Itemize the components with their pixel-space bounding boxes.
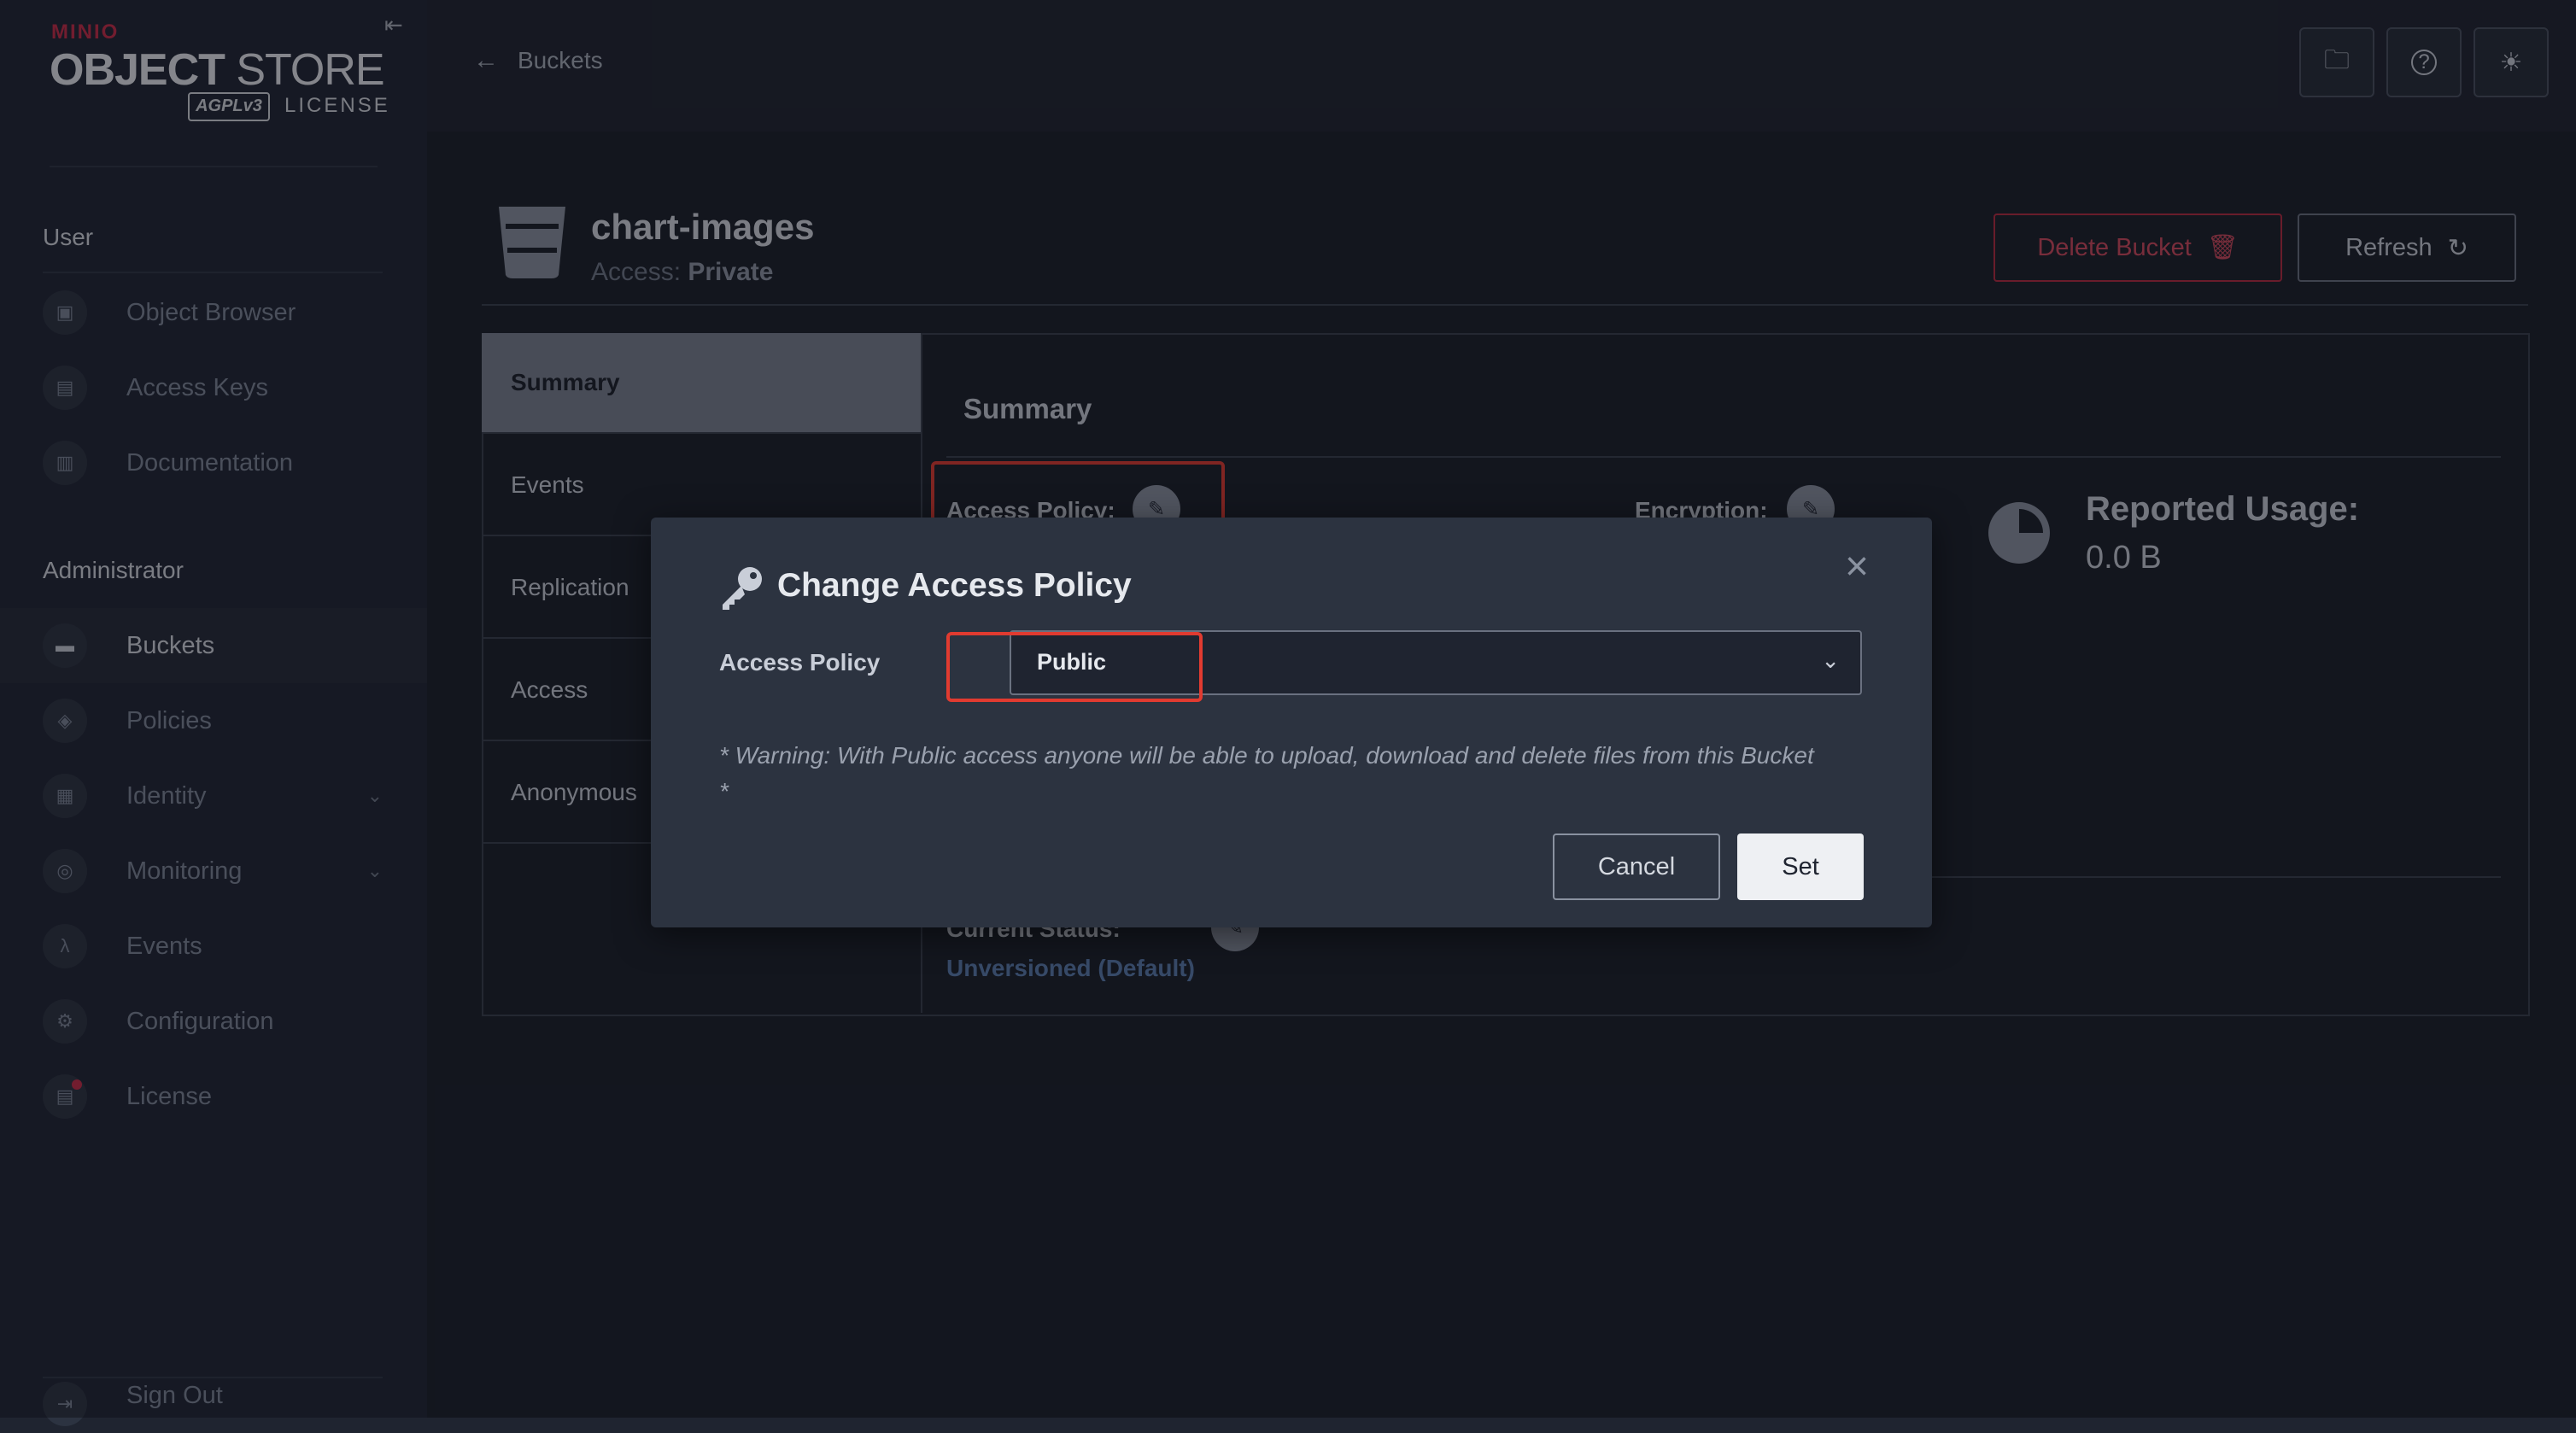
access-policy-field-label: Access Policy (719, 649, 881, 676)
cancel-button[interactable]: Cancel (1553, 833, 1720, 900)
public-access-warning: * Warning: With Public access anyone wil… (719, 742, 1814, 804)
dialog-title: Change Access Policy (777, 567, 1132, 604)
close-icon[interactable]: × (1845, 543, 1869, 590)
highlight-access-policy-select (946, 632, 1203, 702)
set-button[interactable]: Set (1737, 833, 1864, 900)
key-icon (723, 567, 762, 610)
chevron-down-icon: ⌄ (1821, 647, 1840, 673)
